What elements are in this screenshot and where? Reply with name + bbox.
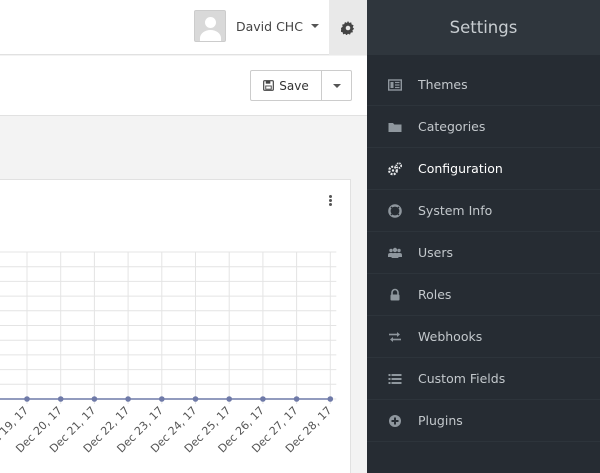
exchange-icon <box>389 332 401 342</box>
sidebar-item-custom-fields[interactable]: Custom Fields <box>367 358 600 400</box>
sidebar-title: Settings <box>449 18 518 37</box>
data-point[interactable] <box>57 396 64 402</box>
sidebar-item-label: System Info <box>418 203 493 218</box>
data-point[interactable] <box>192 396 199 402</box>
users-icon <box>388 247 402 258</box>
plus-circle-icon <box>389 415 401 427</box>
floppy-disk-icon <box>263 80 275 91</box>
sidebar-item-label: Roles <box>418 287 452 302</box>
sidebar-item-configuration[interactable]: Configuration <box>367 148 600 190</box>
data-point[interactable] <box>293 396 300 402</box>
sidebar-item-label: Custom Fields <box>418 371 506 386</box>
lock-icon <box>390 288 400 301</box>
avatar <box>194 10 226 42</box>
save-options-dropdown[interactable] <box>322 70 352 101</box>
sidebar-item-label: Configuration <box>418 161 503 176</box>
caret-down-icon <box>332 83 341 88</box>
sidebar-item-categories[interactable]: Categories <box>367 106 600 148</box>
data-point[interactable] <box>327 396 334 402</box>
save-button[interactable]: Save <box>250 70 322 101</box>
list-icon <box>388 374 402 384</box>
sidebar-header: Settings <box>367 0 600 55</box>
toolbar: Save <box>0 56 367 116</box>
sidebar-item-label: Webhooks <box>418 329 483 344</box>
data-point[interactable] <box>125 396 131 402</box>
chevron-down-icon <box>310 24 319 28</box>
life-ring-icon <box>388 204 402 218</box>
themes-icon <box>388 79 402 91</box>
data-point[interactable] <box>260 396 266 402</box>
data-point[interactable] <box>159 396 165 402</box>
save-button-group: Save <box>250 70 352 101</box>
sidebar-item-themes[interactable]: Themes <box>367 64 600 106</box>
settings-sidebar: Settings Themes Categories Configuration… <box>367 0 600 473</box>
folder-icon <box>388 123 402 132</box>
sidebar-item-label: Categories <box>418 119 486 134</box>
sidebar-item-label: Plugins <box>418 413 463 428</box>
chart-card: c 19, 17 Dec 20, 17 Dec 21, 17 Dec 22, 17 De… <box>0 179 351 473</box>
sidebar-item-webhooks[interactable]: Webhooks <box>367 316 600 358</box>
top-header: David CHC <box>0 0 367 55</box>
data-point[interactable] <box>91 396 98 402</box>
data-point[interactable] <box>24 396 30 402</box>
line-chart: c 19, 17Dec 20, 17Dec 21, 17Dec 22, 17De… <box>0 251 337 455</box>
sidebar-item-label: Themes <box>418 77 468 92</box>
sidebar-item-users[interactable]: Users <box>367 232 600 274</box>
user-menu[interactable]: David CHC <box>194 9 319 43</box>
sidebar-item-plugins[interactable]: Plugins <box>367 400 600 442</box>
sidebar-item-label: Users <box>418 245 454 260</box>
save-label: Save <box>279 78 309 93</box>
sidebar-item-system-info[interactable]: System Info <box>367 190 600 232</box>
gear-icon <box>341 20 355 35</box>
user-name: David CHC <box>236 18 303 34</box>
data-point[interactable] <box>226 396 232 402</box>
settings-gear-button[interactable] <box>329 0 367 55</box>
gears-icon <box>388 162 402 176</box>
sidebar-item-roles[interactable]: Roles <box>367 274 600 316</box>
